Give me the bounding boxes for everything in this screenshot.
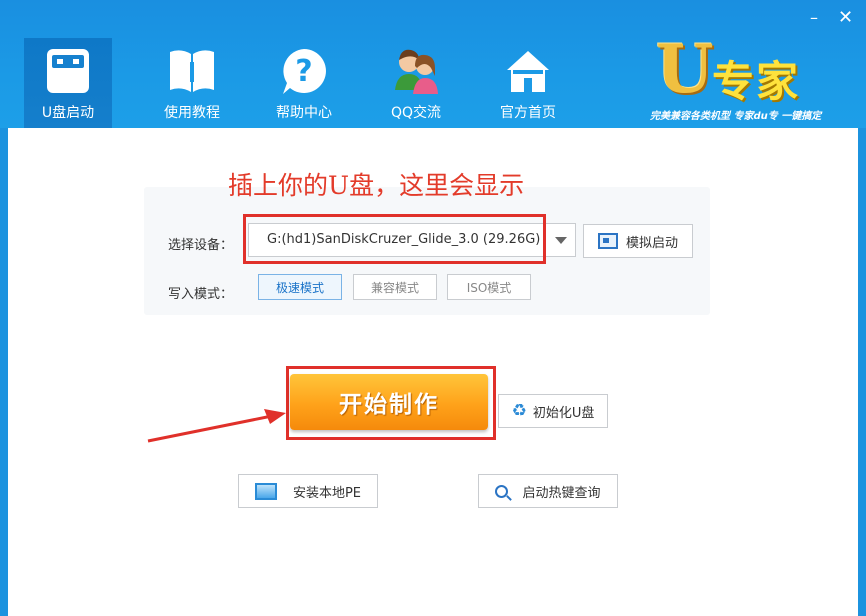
usb-drive-icon bbox=[47, 49, 89, 93]
search-icon bbox=[495, 484, 509, 498]
logo-letter: U bbox=[656, 30, 714, 108]
nav-item-label: 帮助中心 bbox=[276, 105, 332, 121]
monitor-icon bbox=[254, 482, 277, 500]
boot-hotkey-label: 启动热键查询 bbox=[522, 485, 601, 501]
annotation-arrow-icon bbox=[147, 409, 286, 443]
close-button[interactable]: ✕ bbox=[838, 9, 853, 27]
mode-iso-button[interactable]: ISO模式 bbox=[447, 274, 531, 300]
mode-compat-button[interactable]: 兼容模式 bbox=[353, 274, 437, 300]
logo-slogan: 完美兼容各类机型 专家du专 一键搞定 bbox=[650, 111, 822, 122]
monitor-icon bbox=[597, 233, 618, 249]
nav-item-label: U盘启动 bbox=[41, 105, 95, 121]
init-usb-button[interactable]: ♻ 初始化U盘 bbox=[498, 394, 608, 428]
nav-item-label: 官方首页 bbox=[500, 105, 556, 121]
init-usb-label: 初始化U盘 bbox=[532, 405, 595, 421]
install-local-pe-label: 安装本地PE bbox=[292, 485, 362, 501]
simulate-boot-button[interactable]: 模拟启动 bbox=[583, 224, 693, 258]
nav-item-label: 使用教程 bbox=[164, 105, 220, 121]
recycle-icon: ♻ bbox=[511, 401, 527, 421]
logo-text: 专家 bbox=[712, 57, 801, 106]
nav-item-qq[interactable]: QQ交流 bbox=[360, 38, 472, 128]
home-icon bbox=[507, 51, 549, 92]
header-bar: – ✕ U盘启动 使用教程 ? 帮助中心 QQ交流 官方首页 U 专家 完美兼容… bbox=[0, 0, 866, 128]
nav-item-tutorial[interactable]: 使用教程 bbox=[136, 38, 248, 128]
simulate-boot-label: 模拟启动 bbox=[625, 235, 678, 251]
mode-label: 写入模式： bbox=[168, 287, 234, 302]
install-local-pe-button[interactable]: 安装本地PE bbox=[238, 474, 378, 508]
users-icon bbox=[395, 49, 438, 94]
device-label: 选择设备： bbox=[168, 238, 234, 253]
nav-item-home[interactable]: 官方首页 bbox=[472, 38, 584, 128]
nav-item-help[interactable]: ? 帮助中心 bbox=[248, 38, 360, 128]
top-nav: U盘启动 使用教程 ? 帮助中心 QQ交流 官方首页 bbox=[24, 38, 584, 128]
app-window: – ✕ U盘启动 使用教程 ? 帮助中心 QQ交流 官方首页 U 专家 完美兼容… bbox=[0, 0, 866, 616]
boot-hotkey-button[interactable]: 启动热键查询 bbox=[478, 474, 618, 508]
mode-fast-button[interactable]: 极速模式 bbox=[258, 274, 342, 300]
help-icon: ? bbox=[283, 49, 326, 94]
nav-item-label: QQ交流 bbox=[390, 105, 442, 121]
annotation-text: 插上你的U盘，这里会显示 bbox=[228, 171, 525, 200]
chevron-down-icon[interactable] bbox=[545, 224, 575, 256]
start-make-button[interactable]: 开始制作 bbox=[290, 374, 488, 430]
annotation-highlight-box bbox=[243, 214, 546, 264]
minimize-button[interactable]: – bbox=[810, 10, 818, 26]
nav-item-usb-boot[interactable]: U盘启动 bbox=[24, 38, 112, 128]
svg-text:?: ? bbox=[295, 54, 312, 89]
main-content: 插上你的U盘，这里会显示 选择设备： G:(hd1)SanDiskCruzer_… bbox=[8, 128, 858, 616]
book-icon bbox=[170, 50, 214, 92]
logo: U 专家 完美兼容各类机型 专家du专 一键搞定 bbox=[650, 34, 840, 124]
